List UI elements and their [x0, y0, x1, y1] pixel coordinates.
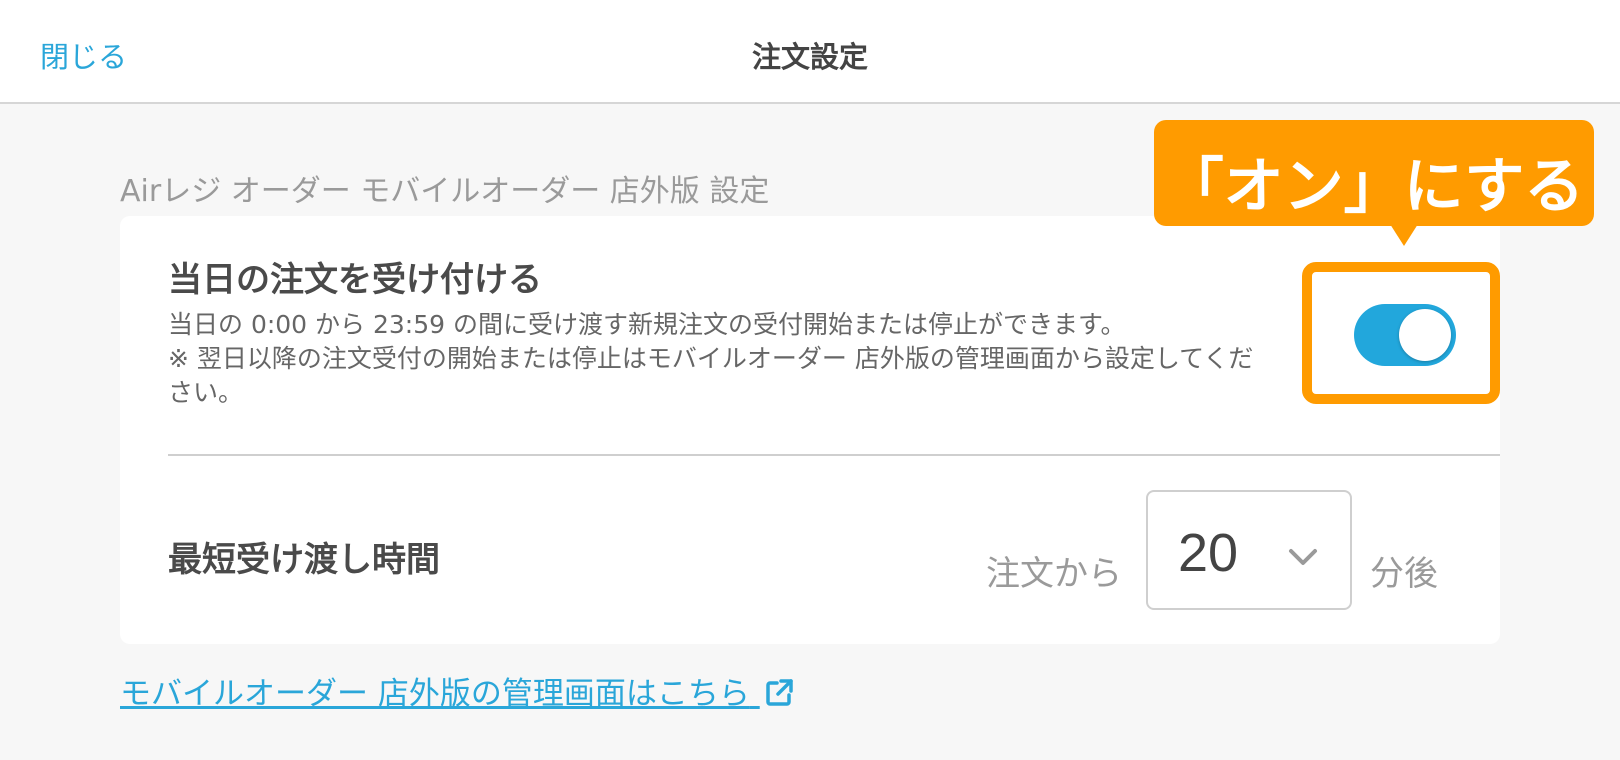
same-day-orders-title: 当日の注文を受け付ける [168, 260, 542, 300]
instruction-callout: 「オン」にする [1154, 120, 1594, 226]
same-day-orders-description: 当日の 0:00 から 23:59 の間に受け渡す新規注文の受付開始または停止が… [168, 310, 1254, 407]
min-pickup-time-title: 最短受け渡し時間 [168, 540, 440, 580]
section-title: Airレジ オーダー モバイルオーダー 店外版 設定 [120, 174, 770, 209]
pickup-prefix-label: 注文から [986, 554, 1122, 594]
settings-card: 当日の注文を受け付ける 当日の 0:00 から 23:59 の間に受け渡す新規注… [120, 216, 1500, 644]
admin-console-link[interactable]: モバイルオーダー 店外版の管理画面はこちら [120, 668, 794, 713]
toggle-highlight-frame [1302, 262, 1500, 404]
pickup-suffix-label: 分後 [1370, 554, 1438, 594]
page-title: 注文設定 [751, 40, 868, 74]
callout-text: 「オン」にする [1163, 152, 1585, 222]
chevron-down-icon [1289, 549, 1317, 565]
pickup-time-value: 20 [1178, 523, 1239, 583]
header-bar: 閉じる 注文設定 [0, 0, 1620, 104]
callout-pointer [1390, 224, 1418, 246]
external-link-icon [765, 679, 793, 706]
pickup-time-select[interactable]: 20 [1146, 490, 1352, 610]
divider [168, 454, 1500, 456]
admin-console-link-label: モバイルオーダー 店外版の管理画面はこちら [120, 676, 750, 712]
